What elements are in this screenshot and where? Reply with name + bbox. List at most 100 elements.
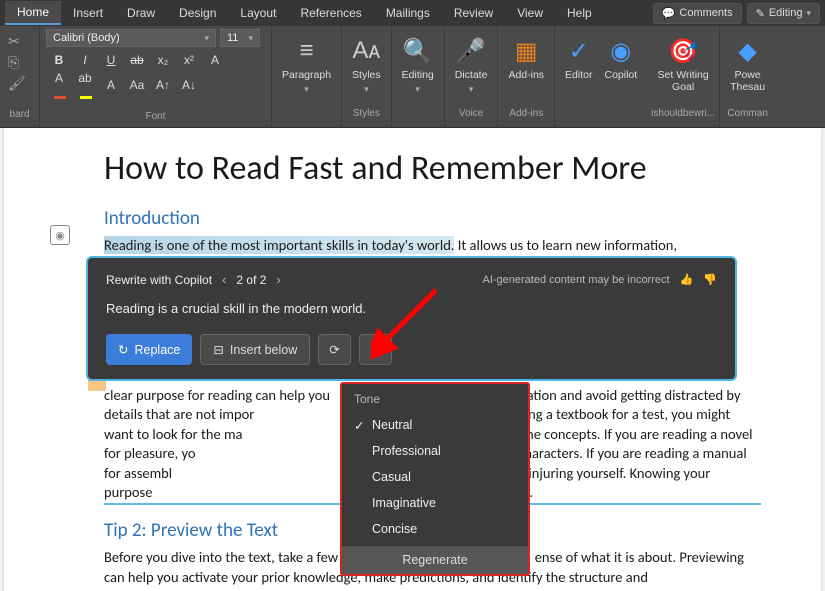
font-group: Calibri (Body) ▾ 11 ▾ B I U ab x₂ x² A A… [40,26,272,127]
paragraph-group: ≡ Paragraph ▾ [272,26,342,127]
tab-layout[interactable]: Layout [228,2,288,24]
tone-option-imaginative[interactable]: Imaginative [342,490,528,516]
thesaurus-label: Powe Thesau [730,70,765,93]
addins-button[interactable]: ▦ Add-ins [502,32,550,84]
bold-button[interactable]: B [50,53,68,67]
underline-button[interactable]: U [102,53,120,67]
tab-home[interactable]: Home [5,1,61,25]
copilot-panel-title: Rewrite with Copilot [106,273,212,287]
tab-view[interactable]: View [505,2,555,24]
shrink-font-button[interactable]: A↓ [180,78,198,92]
voice-group: 🎤 Dictate ▾ Voice [445,26,499,127]
copilot-button[interactable]: ◉ Copilot [598,32,643,84]
body-text-1: clear purpose for reading can help you [104,386,333,404]
paragraph-button[interactable]: ≡ Paragraph ▾ [276,32,337,97]
editing-button[interactable]: 🔍 Editing ▾ [396,32,440,97]
chevron-down-icon: ▾ [204,33,209,44]
tab-review[interactable]: Review [442,2,505,24]
tone-option-casual[interactable]: Casual [342,464,528,490]
copilot-label: Copilot [604,70,637,82]
commands-label: Comman [724,108,771,121]
styles-button[interactable]: Aᴀ Styles ▾ [346,32,387,97]
superscript-button[interactable]: x² [180,53,198,67]
format-painter-icon[interactable]: 🖌 [6,73,33,94]
thumbs-up-button[interactable]: 👍 [680,273,694,286]
ishould-label: ishouldbewri... [651,108,715,121]
heading-introduction: Introduction [104,207,761,230]
styles-icon: Aᴀ [352,34,380,68]
chevron-down-icon: ▾ [806,8,811,19]
comment-icon: 💬 [662,7,676,20]
dictate-label: Dictate [455,70,488,82]
thesaurus-group: ◆ Powe Thesau Comman [720,26,775,127]
cut-icon[interactable]: ✂ [6,31,33,52]
clipboard-label: bard [6,109,33,122]
tone-option-professional[interactable]: Professional [342,438,528,464]
thesaurus-icon: ◆ [738,34,756,68]
copilot-margin-icon[interactable]: ◉ [50,225,70,245]
target-icon: 🎯 [668,34,698,68]
subscript-button[interactable]: x₂ [154,53,172,67]
chevron-down-icon: ▾ [415,84,420,95]
highlight-button[interactable]: ab [76,71,94,99]
suggestion-counter: 2 of 2 [236,273,266,287]
copilot-rewrite-panel: Rewrite with Copilot ‹ 2 of 2 › AI-gener… [86,256,737,381]
tone-adjust-button[interactable]: ⚙ [359,334,392,365]
tone-option-neutral[interactable]: Neutral [342,412,528,438]
voice-label: Voice [449,108,494,121]
editor-button[interactable]: ✓ Editor [559,32,598,84]
styles-group: Aᴀ Styles ▾ Styles [342,26,392,127]
editor-label: Editor [565,70,592,82]
dictate-button[interactable]: 🎤 Dictate ▾ [449,32,494,97]
editing-mode-button[interactable]: ✎ Editing ▾ [747,3,820,24]
tone-menu-title: Tone [342,384,528,412]
addins-icon: ▦ [515,34,538,68]
copy-icon[interactable]: ⎘ [6,52,33,73]
tone-regenerate-button[interactable]: Regenerate [342,546,528,574]
tab-design[interactable]: Design [167,2,228,24]
text-effects-button[interactable]: A [206,53,224,67]
editing-label: Editing [769,7,803,19]
tone-option-concise[interactable]: Concise [342,516,528,542]
regenerate-button[interactable]: ⟳ [318,334,350,365]
tab-insert[interactable]: Insert [61,2,115,24]
writing-goal-label: Set Writing Goal [658,70,709,93]
tab-references[interactable]: References [288,2,373,24]
prev-suggestion-button[interactable]: ‹ [220,272,228,287]
search-icon: 🔍 [403,34,433,68]
power-thesaurus-button[interactable]: ◆ Powe Thesau [724,32,771,95]
copilot-suggestion-text: Reading is a crucial skill in the modern… [106,301,717,316]
chevron-down-icon: ▾ [469,84,474,95]
comments-button[interactable]: 💬 Comments [653,3,742,24]
tab-help[interactable]: Help [555,2,604,24]
styles-group-label: Styles [346,108,387,121]
grow-font-button[interactable]: A↑ [154,78,172,92]
thumbs-down-button[interactable]: 👎 [703,273,717,286]
clear-formatting-button[interactable]: A [102,78,120,92]
font-name-selector[interactable]: Calibri (Body) ▾ [46,29,216,47]
italic-button[interactable]: I [76,53,94,67]
clipboard-group: ✂ ⎘ 🖌 bard [0,26,40,127]
chevron-down-icon: ▾ [364,84,369,95]
editing-group: 🔍 Editing ▾ [392,26,445,127]
tab-mailings[interactable]: Mailings [374,2,442,24]
next-suggestion-button[interactable]: › [274,272,282,287]
replace-button[interactable]: ↻ Replace [106,334,192,365]
ai-warning-text: AI-generated content may be incorrect [482,274,669,286]
font-color-button[interactable]: A [50,71,68,99]
strikethrough-button[interactable]: ab [128,53,146,67]
writing-goal-group: 🎯 Set Writing Goal ishouldbewri... [647,26,720,127]
refresh-icon: ⟳ [329,342,339,357]
paragraph-icon: ≡ [300,34,314,68]
tab-draw[interactable]: Draw [115,2,167,24]
insert-below-button[interactable]: ⊟ Insert below [200,334,310,365]
font-size-selector[interactable]: 11 ▾ [220,29,260,47]
replace-label: Replace [134,343,180,357]
change-case-button[interactable]: Aa [128,78,146,92]
microphone-icon: 🎤 [456,34,486,68]
addins-group: ▦ Add-ins Add-ins [498,26,555,127]
paragraph-label: Paragraph [282,70,331,82]
pencil-icon: ✎ [756,7,765,20]
set-writing-goal-button[interactable]: 🎯 Set Writing Goal [651,32,715,95]
intro-paragraph: Reading is one of the most important ski… [104,236,761,256]
